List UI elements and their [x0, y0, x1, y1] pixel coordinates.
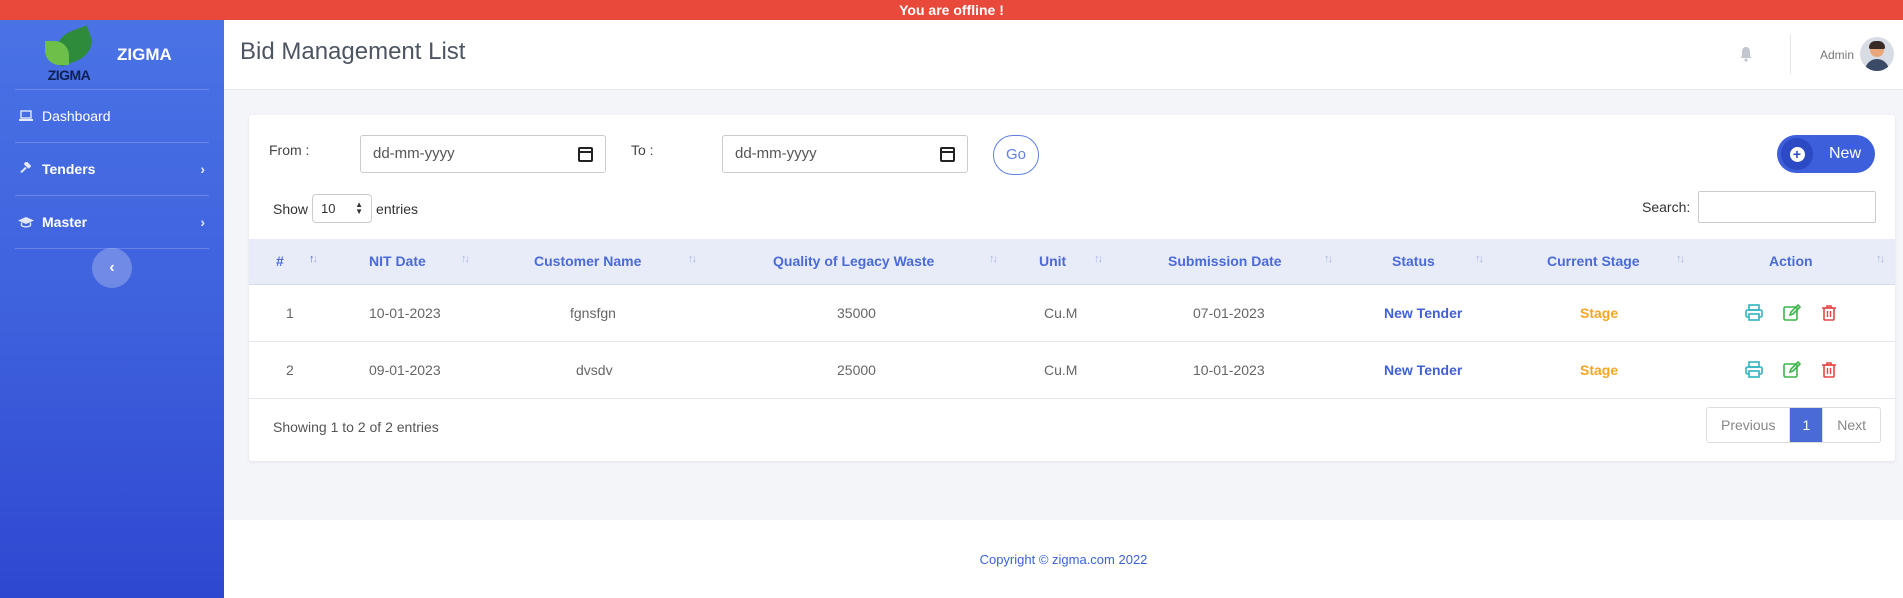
cell-submission-date: 07-01-2023: [1193, 305, 1265, 321]
column-header-action[interactable]: Action: [1769, 253, 1813, 269]
sidebar-item-dashboard[interactable]: Dashboard: [15, 90, 209, 143]
cell-unit: Cu.M: [1044, 362, 1078, 378]
sort-icon[interactable]: ↑↓: [461, 253, 470, 265]
search-label: Search:: [1642, 199, 1691, 215]
cell-submission-date: 10-01-2023: [1193, 362, 1265, 378]
chevron-left-icon: ‹: [109, 259, 115, 276]
cell-no: 2: [286, 362, 294, 378]
new-button-label: New: [1829, 145, 1862, 162]
sort-icon[interactable]: ↑↓: [1324, 253, 1333, 265]
edit-icon[interactable]: [1782, 360, 1802, 380]
column-header-status[interactable]: Status: [1392, 253, 1435, 269]
sort-icon[interactable]: ↑↓: [1475, 253, 1484, 265]
page-length-control: Show 10 ▲ ▼ entries: [273, 194, 418, 223]
chevron-right-icon: ›: [200, 161, 205, 177]
laptop-icon: [18, 109, 34, 123]
header-divider: [1790, 34, 1791, 74]
top-header: Bid Management List Admin: [224, 20, 1903, 90]
delete-icon[interactable]: [1819, 303, 1839, 323]
page-length-value: 10: [321, 201, 336, 216]
sidebar: ZIGMA ZIGMA Dashboard Tenders › Master ›…: [0, 20, 224, 598]
sidebar-item-label: Dashboard: [42, 108, 111, 124]
page-length-select[interactable]: 10 ▲ ▼: [312, 194, 373, 223]
plus-circle-icon: +: [1781, 138, 1813, 170]
cell-unit: Cu.M: [1044, 305, 1078, 321]
sort-icon[interactable]: ↑↓: [688, 253, 697, 265]
brand-name: ZIGMA: [117, 44, 172, 64]
sidebar-item-label: Master: [42, 214, 88, 230]
avatar[interactable]: [1860, 37, 1894, 71]
previous-page-button[interactable]: Previous: [1707, 408, 1791, 442]
sort-icon[interactable]: ↑↓: [309, 253, 318, 265]
chevron-right-icon: ›: [200, 214, 205, 230]
to-date-placeholder: dd-mm-yyyy: [735, 145, 817, 162]
brand[interactable]: ZIGMA ZIGMA: [15, 20, 209, 90]
page-title: Bid Management List: [240, 38, 466, 65]
to-label: To :: [631, 142, 654, 158]
user-name[interactable]: Admin: [1820, 48, 1854, 62]
copyright-text: Copyright © zigma.com 2022: [979, 552, 1148, 567]
edit-icon[interactable]: [1782, 303, 1802, 323]
from-date-input[interactable]: dd-mm-yyyy: [360, 135, 606, 173]
go-button[interactable]: Go: [993, 135, 1039, 175]
delete-icon[interactable]: [1819, 360, 1839, 380]
cell-quality: 35000: [837, 305, 876, 321]
table-row: 1 10-01-2023 fgnsfgn 35000 Cu.M 07-01-20…: [249, 285, 1895, 342]
cell-nit-date: 09-01-2023: [369, 362, 441, 378]
offline-banner: You are offline !: [0, 0, 1903, 20]
column-header-quality[interactable]: Quality of Legacy Waste: [773, 253, 934, 269]
status-badge: New Tender: [1384, 305, 1463, 321]
select-arrows-icon: ▲ ▼: [355, 200, 364, 216]
graduation-cap-icon: [18, 215, 34, 229]
print-icon[interactable]: [1744, 360, 1764, 380]
from-label: From :: [269, 142, 310, 158]
status-badge: New Tender: [1384, 362, 1463, 378]
sort-icon[interactable]: ↑↓: [1094, 253, 1103, 265]
cell-nit-date: 10-01-2023: [369, 305, 441, 321]
sidebar-item-tenders[interactable]: Tenders ›: [15, 143, 209, 196]
calendar-icon[interactable]: [578, 147, 593, 162]
pagination: Previous 1 Next: [1706, 407, 1882, 443]
cell-customer-name: fgnsfgn: [570, 305, 616, 321]
bell-icon[interactable]: [1738, 46, 1754, 62]
cell-no: 1: [286, 305, 294, 321]
zigma-logo: ZIGMA: [41, 24, 97, 83]
calendar-icon[interactable]: [940, 147, 955, 162]
column-header-unit[interactable]: Unit: [1039, 253, 1066, 269]
gavel-icon: [18, 162, 34, 176]
stage-badge: Stage: [1580, 362, 1619, 378]
search-input[interactable]: [1698, 191, 1877, 223]
logo-text: ZIGMA: [47, 66, 91, 83]
footer: Copyright © zigma.com 2022: [224, 520, 1903, 598]
sidebar-item-label: Tenders: [42, 161, 96, 177]
stage-badge: Stage: [1580, 305, 1619, 321]
column-header-current-stage[interactable]: Current Stage: [1547, 253, 1640, 269]
cell-customer-name: dvsdv: [576, 362, 613, 378]
from-date-placeholder: dd-mm-yyyy: [373, 145, 455, 162]
table-row: 2 09-01-2023 dvsdv 25000 Cu.M 10-01-2023…: [249, 342, 1895, 399]
sort-icon[interactable]: ↑↓: [989, 253, 998, 265]
search-control: Search:: [1642, 191, 1877, 223]
sidebar-collapse-button[interactable]: ‹: [92, 248, 132, 288]
print-icon[interactable]: [1744, 303, 1764, 323]
column-header-customer-name[interactable]: Customer Name: [534, 253, 641, 269]
column-header-no[interactable]: #: [276, 253, 284, 269]
to-date-input[interactable]: dd-mm-yyyy: [722, 135, 968, 173]
column-header-submission-date[interactable]: Submission Date: [1168, 253, 1282, 269]
cell-quality: 25000: [837, 362, 876, 378]
bid-list-card: From : dd-mm-yyyy To : dd-mm-yyyy Go + N…: [249, 115, 1895, 461]
sort-icon[interactable]: ↑↓: [1676, 253, 1685, 265]
entries-label: entries: [376, 200, 419, 217]
sidebar-item-master[interactable]: Master ›: [15, 196, 209, 249]
column-header-nit-date[interactable]: NIT Date: [369, 253, 426, 269]
next-page-button[interactable]: Next: [1822, 408, 1880, 442]
show-label: Show: [273, 200, 309, 217]
new-button[interactable]: + New: [1777, 135, 1875, 173]
table-header: # ↑↓ NIT Date ↑↓ Customer Name ↑↓ Qualit…: [249, 239, 1895, 285]
page-1-button[interactable]: 1: [1790, 408, 1823, 442]
sort-icon[interactable]: ↑↓: [1876, 253, 1885, 265]
table-info: Showing 1 to 2 of 2 entries: [273, 419, 439, 435]
